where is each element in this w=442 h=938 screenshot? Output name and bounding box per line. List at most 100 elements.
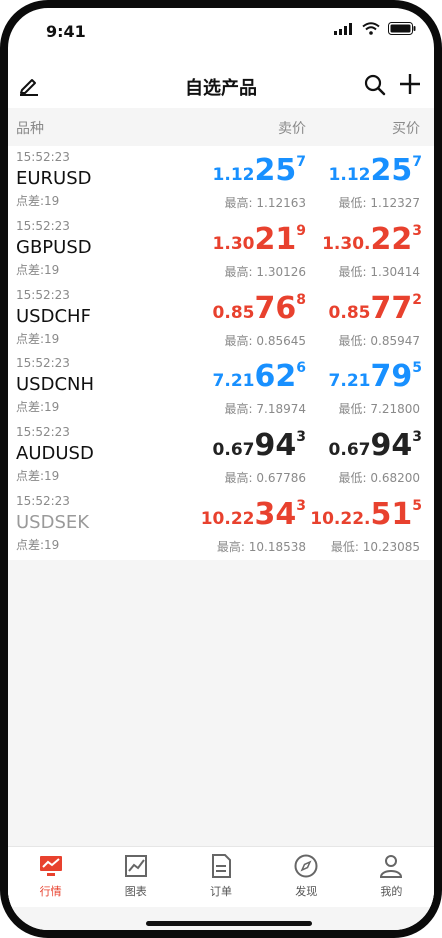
sell-price-prefix: 0.67 [212,440,255,461]
buy-low: 最低: 10.23085 [330,539,420,554]
buy-price-fraction: 3 [412,429,422,446]
quote-symbol: USDSEK [16,511,90,533]
buy-price[interactable]: 7.21795 [328,359,422,395]
buy-low: 最低: 0.68200 [338,471,420,486]
quote-spread: 点差:19 [16,194,60,208]
profile-icon [378,853,404,879]
sell-price[interactable]: 1.30219 [212,222,306,255]
sell-price-prefix: 1.30 [212,233,255,254]
buy-price[interactable]: 10.22.515 [310,497,422,530]
column-sell: 卖价 [278,121,306,137]
buy-price-pips: 77 [370,290,413,326]
quote-symbol: USDCHF [16,305,91,327]
sell-price[interactable]: 0.67943 [212,428,306,464]
quote-spread: 点差:19 [16,331,60,346]
buy-price-fraction: 5 [412,497,422,514]
buy-low: 最低: 1.12327 [338,196,420,210]
quote-row[interactable]: 15:52:23 EURUSD 点差:19 1.12257 1.12257 最高… [8,146,434,215]
sell-price[interactable]: 1.12257 [212,153,306,188]
quote-spread: 点差:19 [16,262,60,277]
sell-price-pips: 25 [254,153,297,188]
quote-spread: 点差:19 [16,537,60,552]
sell-price-fraction: 3 [296,497,306,514]
buy-price-prefix: 1.30. [322,233,371,254]
tab-label: 图表 [124,885,147,898]
quote-time: 15:52:23 [16,287,70,302]
tab-order[interactable]: 订单 [178,847,263,907]
buy-price[interactable]: 1.12257 [328,153,422,188]
quote-time: 15:52:23 [16,356,70,371]
buy-price[interactable]: 0.85772 [328,290,422,326]
sell-price-prefix: 10.22 [200,508,255,529]
quote-time: 15:52:23 [16,150,70,164]
sell-price-pips: 62 [254,359,297,395]
phone-frame: 9:41 自选产品 品种 卖价 买价 15:52:23 EURUSD 点差:19… [0,0,442,938]
wifi-icon [362,22,380,35]
buy-low: 最低: 0.85947 [338,333,420,348]
home-indicator [146,921,312,926]
column-header: 品种 卖价 买价 [8,108,434,146]
buy-price[interactable]: 1.30.223 [322,221,422,257]
buy-price-fraction: 2 [412,291,422,308]
quote-symbol: EURUSD [16,168,92,189]
order-icon [208,853,234,879]
quote-row[interactable]: 15:52:23 USDCHF 点差:19 0.85768 0.85772 最高… [8,283,434,353]
quote-time: 15:52:23 [16,493,70,508]
signal-icon [334,22,352,35]
status-icons [334,22,416,35]
status-bar: 9:41 [8,8,434,60]
buy-low: 最低: 7.21800 [338,402,420,417]
buy-price-prefix: 10.22. [310,508,371,529]
buy-price-prefix: 7.21 [328,371,371,392]
market-icon [38,853,64,879]
sell-high: 最高: 7.18974 [224,402,306,417]
buy-price-prefix: 0.85 [328,302,371,323]
buy-price-fraction: 3 [412,222,422,239]
sell-price-pips: 76 [254,290,297,326]
buy-price-prefix: 1.12 [328,165,371,185]
tab-label: 我的 [380,885,403,898]
sell-price[interactable]: 10.22343 [200,496,306,532]
sell-price-prefix: 0.85 [212,302,255,323]
tab-discover[interactable]: 发现 [264,847,349,907]
add-icon[interactable] [398,72,422,96]
quote-row[interactable]: 15:52:23 AUDUSD 点差:19 0.67943 0.67943 最高… [8,421,434,490]
quote-time: 15:52:23 [16,425,70,440]
quote-spread: 点差:19 [16,469,60,484]
buy-price-pips: 22 [370,221,413,257]
sell-price[interactable]: 0.85768 [212,290,306,326]
sell-high: 最高: 0.67786 [224,471,306,486]
quote-symbol: USDCNH [16,374,95,396]
buy-price-fraction: 7 [412,154,422,170]
buy-price-fraction: 5 [412,360,422,377]
sell-price-fraction: 7 [296,154,306,170]
sell-price[interactable]: 7.21626 [213,359,306,395]
buy-price-pips: 79 [370,359,413,395]
sell-price-fraction: 9 [296,222,306,239]
sell-price-prefix: 1.12 [212,165,255,185]
sell-price-fraction: 3 [296,429,306,446]
quote-row[interactable]: 15:52:23 USDCNH 点差:19 7.21626 7.21795 最高… [8,352,434,422]
sell-price-pips: 94 [254,428,297,464]
quote-row[interactable]: 15:52:23 USDSEK 点差:19 10.22343 10.22.515… [8,489,434,559]
sell-high: 最高: 10.18538 [216,539,306,554]
buy-low: 最低: 1.30414 [338,264,420,279]
tab-label: 发现 [295,885,318,898]
discover-icon [293,853,319,879]
quote-symbol: GBPUSD [16,236,92,258]
search-icon[interactable] [364,74,386,96]
sell-high: 最高: 1.12163 [224,196,306,210]
tab-chart[interactable]: 图表 [93,847,178,907]
battery-icon [388,22,416,35]
tab-market[interactable]: 行情 [8,847,93,907]
quote-row[interactable]: 15:52:23 GBPUSD 点差:19 1.30219 1.30.223 最… [8,214,434,284]
nav-bar: 自选产品 [8,60,434,108]
buy-price-pips: 25 [370,153,413,188]
sell-high: 最高: 0.85645 [224,333,306,348]
buy-price[interactable]: 0.67943 [328,429,422,461]
quote-symbol: AUDUSD [16,443,94,465]
tab-profile[interactable]: 我的 [349,847,434,907]
quote-list: 15:52:23 EURUSD 点差:19 1.12257 1.12257 最高… [8,146,434,559]
sell-price-pips: 34 [254,496,297,532]
buy-price-prefix: 0.67 [328,440,371,461]
